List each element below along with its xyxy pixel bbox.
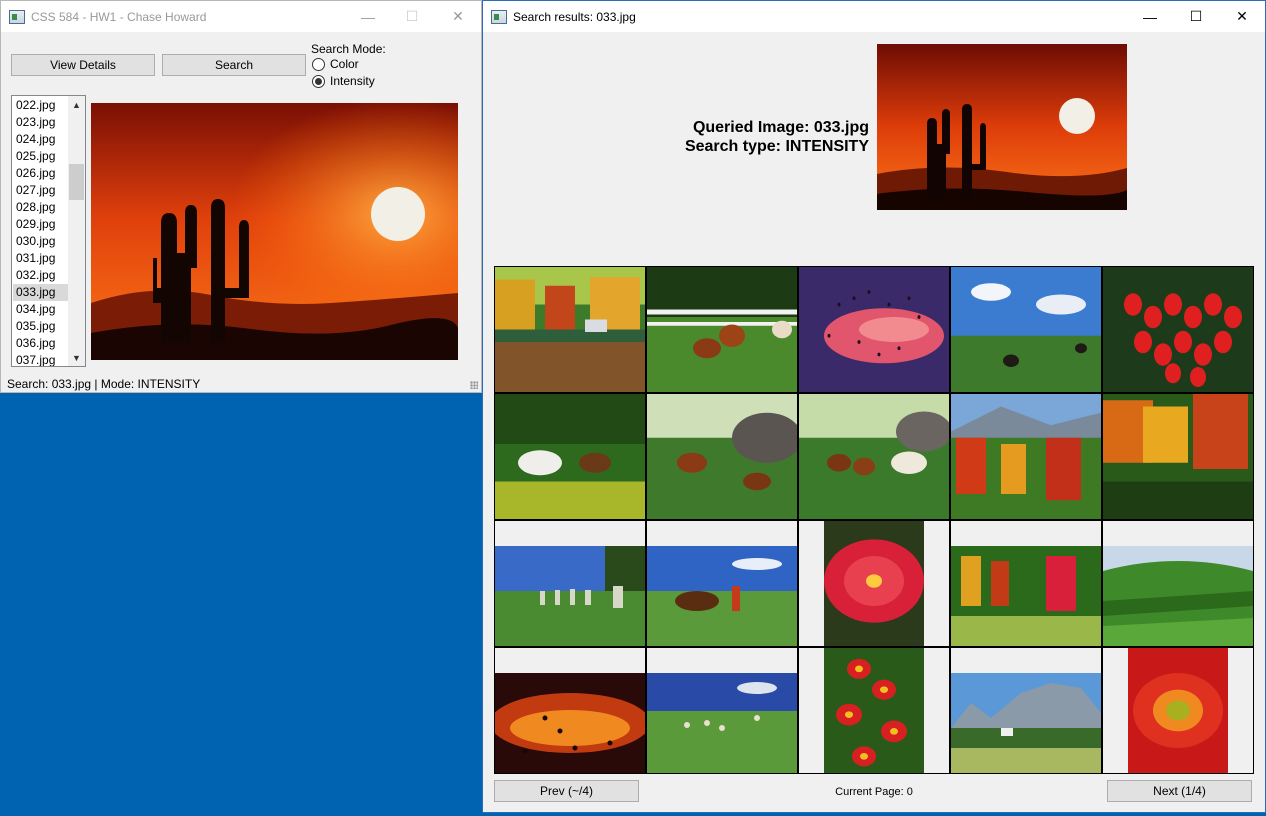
- mode-color-radio[interactable]: [312, 57, 325, 71]
- queried-image: [877, 44, 1127, 210]
- file-list-item[interactable]: 037.jpg: [13, 352, 68, 366]
- next-page-button[interactable]: Next (1/4): [1107, 780, 1252, 802]
- result-thumbnail[interactable]: [799, 648, 949, 773]
- result-thumbnail[interactable]: [495, 648, 645, 773]
- result-thumbnail[interactable]: [1103, 521, 1253, 646]
- queried-image-label: Queried Image: 033.jpg: [692, 119, 869, 136]
- file-list-item[interactable]: 022.jpg: [13, 97, 68, 114]
- mode-color-option[interactable]: Color: [312, 57, 359, 71]
- file-list-item[interactable]: 036.jpg: [13, 335, 68, 352]
- result-thumbnail[interactable]: [1103, 648, 1253, 773]
- result-thumbnail[interactable]: [799, 267, 949, 392]
- result-thumbnail[interactable]: [647, 267, 797, 392]
- preview-image: [91, 103, 458, 360]
- result-thumbnail[interactable]: [1103, 394, 1253, 519]
- file-list-item[interactable]: 029.jpg: [13, 216, 68, 233]
- file-list-item[interactable]: 035.jpg: [13, 318, 68, 335]
- file-list[interactable]: 022.jpg 023.jpg 024.jpg 025.jpg 026.jpg 027.j…: [11, 95, 86, 367]
- results-grid: [494, 266, 1254, 774]
- resize-grip-icon[interactable]: [470, 381, 478, 389]
- file-list-item[interactable]: 027.jpg: [13, 182, 68, 199]
- file-list-scrollbar[interactable]: ▲ ▼: [68, 96, 85, 366]
- main-window-title: CSS 584 - HW1 - Chase Howard: [31, 9, 207, 24]
- result-thumbnail[interactable]: [647, 521, 797, 646]
- results-window-title: Search results: 033.jpg: [513, 9, 636, 24]
- file-list-item[interactable]: 026.jpg: [13, 165, 68, 182]
- search-type-label: Search type: INTENSITY: [684, 138, 869, 155]
- main-titlebar[interactable]: CSS 584 - HW1 - Chase Howard — ☐ ✕: [1, 1, 481, 32]
- result-thumbnail[interactable]: [647, 648, 797, 773]
- mode-intensity-radio[interactable]: [312, 74, 325, 88]
- mode-intensity-label: Intensity: [330, 74, 375, 88]
- file-list-item[interactable]: 034.jpg: [13, 301, 68, 318]
- app-icon: [9, 9, 25, 24]
- mode-intensity-option[interactable]: Intensity: [312, 74, 375, 88]
- result-thumbnail[interactable]: [1103, 267, 1253, 392]
- result-thumbnail[interactable]: [799, 521, 949, 646]
- mode-color-label: Color: [330, 57, 359, 71]
- main-window: CSS 584 - HW1 - Chase Howard — ☐ ✕ View …: [0, 0, 482, 393]
- result-thumbnail[interactable]: [951, 394, 1101, 519]
- maximize-icon[interactable]: ☐: [1173, 1, 1219, 32]
- scroll-down-icon[interactable]: ▼: [68, 349, 85, 366]
- file-list-item[interactable]: 025.jpg: [13, 148, 68, 165]
- status-bar: Search: 033.jpg | Mode: INTENSITY: [7, 377, 201, 391]
- view-details-button[interactable]: View Details: [11, 54, 155, 76]
- app-icon: [491, 9, 507, 24]
- minimize-icon[interactable]: —: [1127, 1, 1173, 32]
- results-window: Search results: 033.jpg — ☐ ✕ Queried Im…: [482, 0, 1266, 813]
- file-list-item[interactable]: 032.jpg: [13, 267, 68, 284]
- file-list-item[interactable]: 023.jpg: [13, 114, 68, 131]
- file-list-item[interactable]: 028.jpg: [13, 199, 68, 216]
- result-thumbnail[interactable]: [951, 267, 1101, 392]
- result-thumbnail[interactable]: [495, 394, 645, 519]
- result-thumbnail[interactable]: [951, 521, 1101, 646]
- file-list-item[interactable]: 024.jpg: [13, 131, 68, 148]
- results-titlebar[interactable]: Search results: 033.jpg — ☐ ✕: [483, 1, 1265, 32]
- result-thumbnail[interactable]: [495, 267, 645, 392]
- maximize-icon: ☐: [405, 8, 419, 24]
- search-mode-label: Search Mode:: [311, 42, 386, 56]
- file-list-items: 022.jpg 023.jpg 024.jpg 025.jpg 026.jpg 027.j…: [13, 97, 68, 366]
- file-list-item[interactable]: 033.jpg: [13, 284, 68, 301]
- close-icon[interactable]: ✕: [1219, 1, 1265, 32]
- result-thumbnail[interactable]: [495, 521, 645, 646]
- result-thumbnail[interactable]: [647, 394, 797, 519]
- scroll-up-icon[interactable]: ▲: [68, 96, 85, 113]
- minimize-icon[interactable]: —: [345, 1, 391, 32]
- search-button[interactable]: Search: [162, 54, 306, 76]
- file-list-item[interactable]: 030.jpg: [13, 233, 68, 250]
- result-thumbnail[interactable]: [951, 648, 1101, 773]
- result-thumbnail[interactable]: [799, 394, 949, 519]
- file-list-item[interactable]: 031.jpg: [13, 250, 68, 267]
- scroll-thumb[interactable]: [69, 164, 84, 200]
- close-icon[interactable]: ✕: [435, 1, 481, 32]
